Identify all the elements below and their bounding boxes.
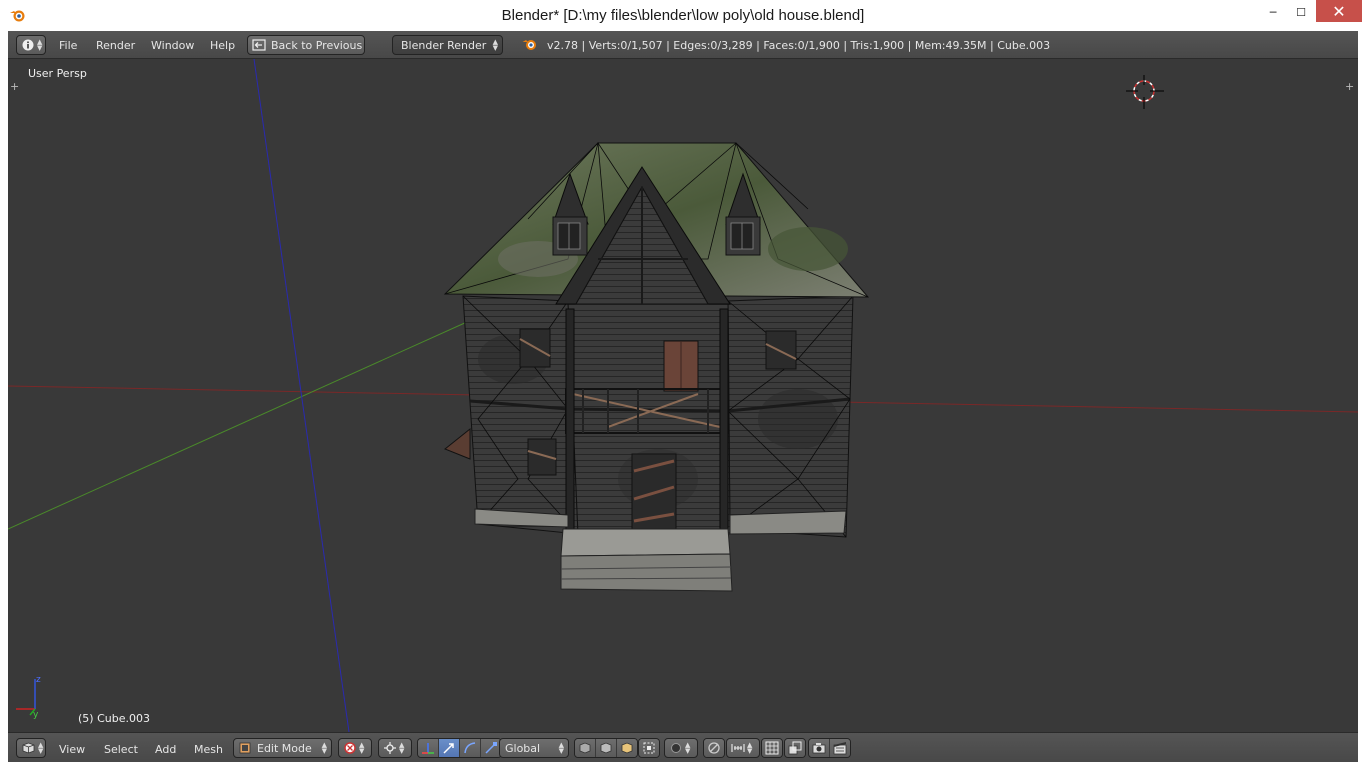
edit-mode-icon [239,742,251,754]
minimize-button[interactable]: ─ [1258,0,1288,24]
pivot-point-dropdown[interactable]: ▲ ▼ [378,738,412,758]
manipulator-toggle-button[interactable] [418,739,439,757]
3d-view-icon [22,742,35,754]
overlay-squares-icon [788,741,802,755]
snap-group [703,738,725,758]
cube-layer-icon [579,742,591,754]
translate-manipulator-button[interactable] [439,739,460,757]
render-preview-group [808,738,851,758]
proportional-editing-icon [671,743,681,753]
layer-1-button[interactable] [575,739,596,757]
interaction-mode-dropdown[interactable]: Edit Mode ▲ ▼ [233,738,332,758]
render-engine-dropdown[interactable]: Blender Render ▲ ▼ [392,35,503,55]
updown-arrows-icon: ▲ ▼ [747,741,753,755]
window-title: Blender* [D:\my files\blender\low poly\o… [501,7,865,24]
dotted-square-icon [643,742,655,754]
manipulator-axes-icon [422,743,434,754]
transform-orientation-dropdown[interactable]: Global ▲ ▼ [499,738,569,758]
pivot-point-icon [384,742,396,754]
transform-orientation-label: Global [505,741,541,755]
cube-layer-icon [600,742,612,754]
layer-2-button[interactable] [596,739,617,757]
3d-view-header: ▲ ▼ View Select Add Mesh Edit Mode ▲ ▼ ▲ ▼ [8,732,1358,762]
updown-arrows-icon: ▲ ▼ [399,741,405,755]
blender-stats-icon [522,40,536,50]
back-to-previous-button[interactable]: Back to Previous [247,35,365,55]
render-engine-label: Blender Render [401,38,487,52]
menu-window[interactable]: Window [151,39,194,52]
updown-arrows-icon: ▲ ▼ [685,741,691,755]
close-button[interactable]: ✕ [1316,0,1362,22]
menu-mesh[interactable]: Mesh [194,743,223,756]
cube-layer-icon [621,742,633,754]
proportional-editing-dropdown[interactable]: ▲ ▼ [664,738,698,758]
layer-group [574,738,638,758]
mode-label: Edit Mode [257,741,312,755]
scale-icon [485,742,497,754]
manipulator-group [417,738,502,758]
updown-arrows-icon: ▲ ▼ [321,741,327,755]
translate-arrow-icon [443,743,454,754]
menu-view[interactable]: View [59,743,85,756]
shading-icon [344,742,356,754]
overlay-group [784,738,806,758]
updown-arrows-icon: ▲ ▼ [38,741,44,755]
menu-help[interactable]: Help [210,39,235,52]
gizmo-z-label: z [36,675,41,685]
updown-arrows-icon: ▲ ▼ [558,741,564,755]
window-titlebar: Blender* [D:\my files\blender\low poly\o… [0,0,1366,31]
snap-target-group [761,738,783,758]
object-info: (5) Cube.003 [78,712,150,725]
magnet-icon [708,742,720,754]
menu-select[interactable]: Select [104,743,138,756]
info-header: ▲ ▼ File Render Window Help Back to Previ… [8,31,1358,59]
toolshelf-expand-icon[interactable]: + [10,81,20,92]
back-arrow-icon [252,39,266,51]
snap-toggle-button[interactable] [704,739,724,757]
house-mesh[interactable] [443,142,870,592]
rotate-manipulator-button[interactable] [460,739,481,757]
back-to-previous-label: Back to Previous [271,38,363,52]
menu-render[interactable]: Render [96,39,135,52]
layer-3-button[interactable] [617,739,637,757]
blender-window: ▲ ▼ File Render Window Help Back to Previ… [8,31,1358,762]
snap-element-dropdown[interactable]: ▲ ▼ [726,738,760,758]
properties-expand-icon[interactable]: + [1345,81,1355,92]
viewport-scene: z y [8,59,1358,732]
scale-manipulator-button[interactable] [481,739,501,757]
updown-arrows-icon: ▲ ▼ [492,38,498,52]
updown-arrows-icon: ▲ ▼ [359,741,365,755]
editor-type-selector-3d[interactable]: ▲ ▼ [16,738,46,758]
updown-arrows-icon: ▲ ▼ [37,38,43,52]
menu-file[interactable]: File [59,39,77,52]
z-axis-line [253,59,350,732]
editor-type-selector[interactable]: ▲ ▼ [16,35,46,55]
3d-viewport[interactable]: z y User Persp + + (5) Cube.003 [8,59,1358,732]
camera-icon [812,743,826,754]
view-name: User Persp [28,67,87,80]
grid-select-icon [765,741,779,755]
opengl-render-image-button[interactable] [809,739,830,757]
opengl-render-animation-button[interactable] [830,739,850,757]
info-icon [22,39,34,51]
rotate-arc-icon [464,742,476,754]
y-axis-line [8,316,479,530]
viewport-shading-dropdown[interactable]: ▲ ▼ [338,738,372,758]
maximize-button[interactable]: ☐ [1288,0,1314,24]
film-clapper-icon [833,742,847,755]
limit-selection-button[interactable] [639,739,659,757]
menu-add[interactable]: Add [155,743,176,756]
limit-selection-group [638,738,660,758]
scene-stats: v2.78 | Verts:0/1,507 | Edges:0/3,289 | … [547,39,1051,52]
snap-increment-icon [731,744,745,752]
overlay-button[interactable] [785,739,805,757]
snap-target-button[interactable] [762,739,782,757]
3d-cursor-icon[interactable] [1126,75,1164,109]
gizmo-y-label: y [33,710,39,720]
